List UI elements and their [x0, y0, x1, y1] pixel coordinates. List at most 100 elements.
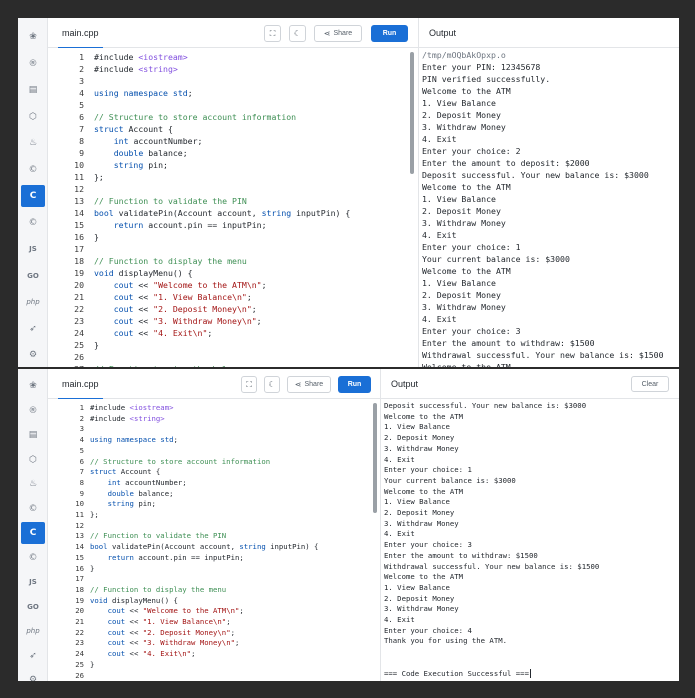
- output-line: 1. View Balance: [384, 582, 450, 592]
- output-console: /tmp/mOQbAkOpxp.o Enter your PIN: 1234567…: [419, 48, 679, 367]
- output-line: 3. Withdraw Money: [384, 604, 459, 614]
- r-icon[interactable]: ®: [24, 55, 42, 73]
- html-icon[interactable]: ⬡: [24, 451, 42, 469]
- line-number: 18: [74, 256, 84, 266]
- code-line[interactable]: 26: [48, 352, 418, 364]
- output-line: 3. Withdraw Money: [422, 218, 506, 228]
- output-line: Enter the amount to withdraw: $1500: [384, 550, 538, 560]
- rust-icon[interactable]: ⚙: [24, 671, 42, 681]
- code-text: }: [90, 659, 95, 669]
- code-line[interactable]: 15 return account.pin == inputPin;: [48, 220, 418, 232]
- code-text: cout << "1. View Balance\n";: [113, 292, 252, 302]
- file-tab-main-cpp[interactable]: main.cpp: [58, 18, 103, 49]
- code-text: cout << "3. Withdraw Money\n";: [113, 316, 262, 326]
- run-button[interactable]: Run: [371, 25, 408, 42]
- line-number: 16: [74, 232, 84, 242]
- output-line: Withdrawal successful. Your new balance …: [384, 561, 600, 571]
- line-number: 4: [79, 88, 84, 98]
- line-number: 17: [74, 244, 84, 254]
- line-number: 25: [74, 340, 84, 350]
- code-line[interactable]: 18 // Function to display the menu: [48, 256, 418, 268]
- go-icon[interactable]: GO: [24, 598, 42, 616]
- code-line[interactable]: 17: [48, 244, 418, 256]
- code-text: cout << "3. Withdraw Money\n";: [107, 638, 240, 648]
- theme-toggle-button[interactable]: ☾: [264, 376, 280, 393]
- python-icon[interactable]: ❀: [24, 28, 42, 46]
- code-line[interactable]: 26: [48, 671, 380, 682]
- code-line[interactable]: 25}: [48, 340, 418, 352]
- go-icon[interactable]: GO: [24, 267, 42, 285]
- share-button[interactable]: ⋖ Share: [287, 376, 331, 393]
- rust-icon[interactable]: ⚙: [24, 346, 42, 364]
- theme-toggle-button[interactable]: ☾: [289, 25, 306, 42]
- code-line[interactable]: 12: [48, 184, 418, 196]
- code-line[interactable]: 6 // Structure to store account informati…: [48, 112, 418, 124]
- code-line[interactable]: 7 struct Account {: [48, 124, 418, 136]
- file-tab-main-cpp[interactable]: main.cpp: [58, 369, 103, 400]
- java-icon[interactable]: ♨: [24, 134, 42, 152]
- fullscreen-button[interactable]: ⛶: [264, 25, 281, 42]
- line-number: 18: [75, 584, 84, 594]
- code-line[interactable]: 9 double balance;: [48, 148, 418, 160]
- code-text: // Function to display the menu: [94, 256, 247, 266]
- editor-scrollbar[interactable]: [373, 403, 377, 513]
- sql-icon[interactable]: ▤: [24, 81, 42, 99]
- r-icon[interactable]: ®: [24, 402, 42, 420]
- code-line[interactable]: 8 int accountNumber;: [48, 136, 418, 148]
- code-line[interactable]: 23 cout << "3. Withdraw Money\n";: [48, 316, 418, 328]
- code-line[interactable]: 2 #include <string>: [48, 64, 418, 76]
- html-icon[interactable]: ⬡: [24, 108, 42, 126]
- code-editor[interactable]: 1 #include <iostream> 2 #include <string> 3 4…: [48, 399, 380, 681]
- swift-icon[interactable]: ➶: [24, 320, 42, 338]
- line-number: 7: [79, 467, 84, 477]
- code-text: };: [94, 172, 104, 182]
- output-line: 2. Deposit Money: [422, 110, 501, 120]
- code-editor[interactable]: 1 #include <iostream> 2 #include <string> 3 4…: [48, 48, 418, 367]
- line-number: 8: [79, 477, 84, 487]
- code-line[interactable]: 24 cout << "4. Exit\n";: [48, 328, 418, 340]
- code-line[interactable]: 4 using namespace std;: [48, 88, 418, 100]
- line-number: 4: [79, 435, 84, 445]
- c-icon[interactable]: ©: [24, 161, 42, 179]
- code-line[interactable]: 5: [48, 100, 418, 112]
- editor-scrollbar[interactable]: [410, 52, 414, 174]
- output-line: 1. View Balance: [384, 497, 450, 507]
- python-icon[interactable]: ❀: [24, 377, 42, 395]
- php-icon[interactable]: php: [24, 622, 42, 640]
- clear-button[interactable]: Clear: [631, 376, 669, 392]
- code-line[interactable]: 19 void displayMenu() {: [48, 268, 418, 280]
- code-line[interactable]: 10 string pin;: [48, 160, 418, 172]
- code-line[interactable]: 11};: [48, 172, 418, 184]
- cpp-icon[interactable]: C: [21, 185, 45, 207]
- csharp-icon[interactable]: ©: [24, 214, 42, 232]
- run-button[interactable]: Run: [338, 376, 371, 393]
- code-line[interactable]: 13 // Function to validate the PIN: [48, 196, 418, 208]
- code-line[interactable]: 22 cout << "2. Deposit Money\n";: [48, 304, 418, 316]
- swift-icon[interactable]: ➶: [24, 647, 42, 665]
- share-button[interactable]: ⋖ Share: [314, 25, 362, 42]
- cpp-icon[interactable]: C: [21, 522, 45, 544]
- c-icon[interactable]: ©: [24, 500, 42, 518]
- code-line[interactable]: 3: [48, 76, 418, 88]
- csharp-icon[interactable]: ©: [24, 549, 42, 567]
- code-line[interactable]: 1 #include <iostream>: [48, 52, 418, 64]
- code-text: }: [94, 232, 99, 242]
- code-line[interactable]: 16}: [48, 232, 418, 244]
- php-icon[interactable]: php: [24, 293, 42, 311]
- sql-icon[interactable]: ▤: [24, 426, 42, 444]
- line-number: 24: [74, 328, 84, 338]
- line-number: 21: [74, 292, 84, 302]
- java-icon[interactable]: ♨: [24, 475, 42, 493]
- output-line: Welcome to the ATM: [384, 572, 464, 582]
- code-text: cout << "Welcome to the ATM\n";: [113, 280, 267, 290]
- code-text: bool validatePin(Account account, string…: [90, 542, 319, 552]
- line-number: 14: [75, 542, 84, 552]
- code-line[interactable]: 21 cout << "1. View Balance\n";: [48, 292, 418, 304]
- code-line[interactable]: 27 // Function to view the balance: [48, 364, 418, 367]
- fullscreen-button[interactable]: ⛶: [241, 376, 257, 393]
- js-icon[interactable]: JS: [24, 573, 42, 591]
- js-icon[interactable]: JS: [24, 240, 42, 258]
- line-number: 20: [75, 606, 84, 616]
- code-line[interactable]: 20 cout << "Welcome to the ATM\n";: [48, 280, 418, 292]
- code-line[interactable]: 14 bool validatePin(Account account, stri…: [48, 208, 418, 220]
